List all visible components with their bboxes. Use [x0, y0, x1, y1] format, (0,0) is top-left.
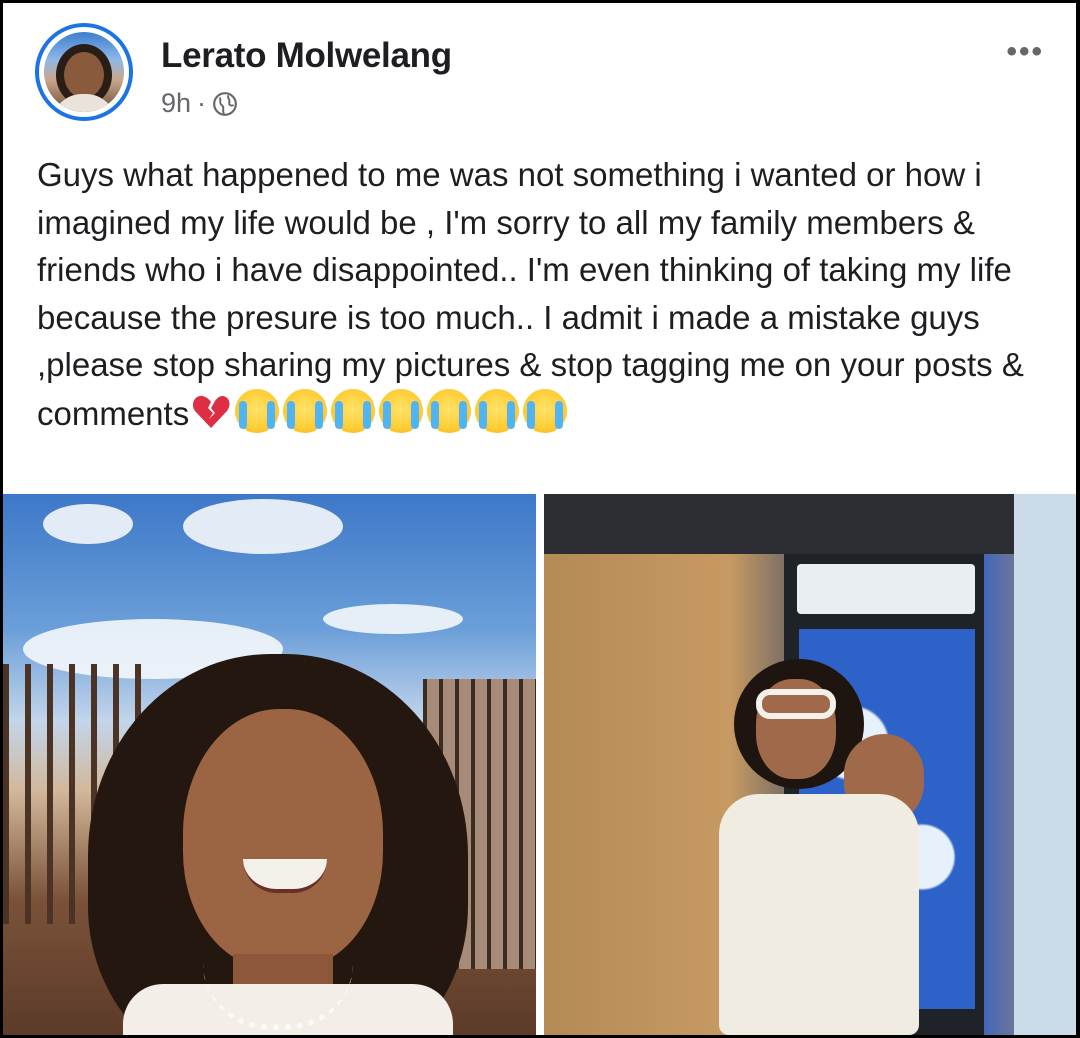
avatar-image	[44, 32, 124, 112]
post-message: Guys what happened to me was not somethi…	[37, 156, 1024, 432]
post-time[interactable]: 9h	[161, 88, 191, 119]
photo-selfie-smiling[interactable]	[3, 494, 536, 1035]
loudly-crying-emoji	[523, 388, 568, 433]
loudly-crying-emoji	[235, 388, 280, 433]
more-options-icon[interactable]: •••	[1006, 35, 1044, 69]
post-photos	[3, 494, 1076, 1035]
photo-posing-by-fridge[interactable]	[544, 494, 1076, 1035]
globe-icon[interactable]	[212, 91, 238, 117]
broken-heart-emoji	[193, 395, 230, 428]
loudly-crying-emoji	[427, 388, 472, 433]
loudly-crying-emoji	[379, 388, 424, 433]
post-meta: 9h ·	[161, 88, 238, 119]
emoji-row	[189, 388, 568, 433]
post-header: Lerato Molwelang 9h · •••	[3, 3, 1076, 143]
meta-separator: ·	[197, 88, 207, 118]
author-name[interactable]: Lerato Molwelang	[161, 36, 452, 76]
facebook-post-card: Lerato Molwelang 9h · ••• Guys what happ…	[3, 3, 1076, 1035]
loudly-crying-emoji	[283, 388, 328, 433]
post-text: Guys what happened to me was not somethi…	[37, 151, 1057, 437]
loudly-crying-emoji	[331, 388, 376, 433]
profile-avatar[interactable]	[35, 23, 133, 121]
loudly-crying-emoji	[475, 388, 520, 433]
